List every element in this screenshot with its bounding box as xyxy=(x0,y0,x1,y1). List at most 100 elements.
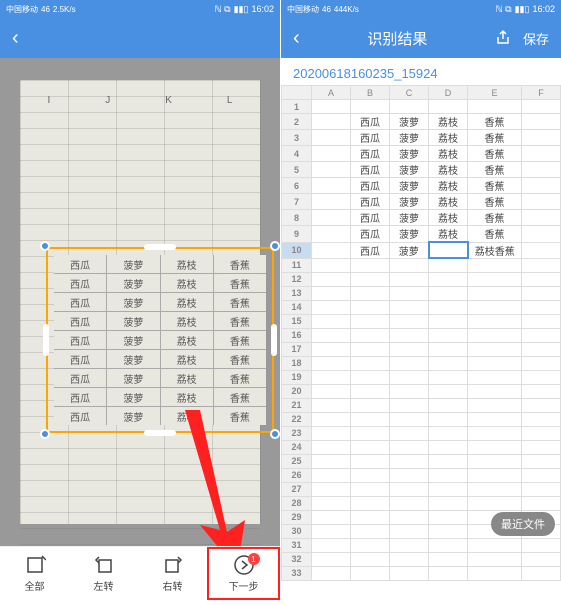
cell[interactable] xyxy=(390,300,429,314)
cell[interactable] xyxy=(312,426,351,440)
row-header[interactable]: 31 xyxy=(282,538,312,552)
cell[interactable]: 荔枝 xyxy=(429,162,468,178)
cell[interactable] xyxy=(429,482,468,496)
cell[interactable] xyxy=(521,538,560,552)
cell[interactable] xyxy=(429,342,468,356)
cell[interactable] xyxy=(312,272,351,286)
row-header[interactable]: 13 xyxy=(282,286,312,300)
column-header[interactable]: E xyxy=(468,86,522,100)
cell[interactable] xyxy=(429,272,468,286)
cell[interactable] xyxy=(312,468,351,482)
cell[interactable] xyxy=(390,356,429,370)
row-header[interactable]: 2 xyxy=(282,114,312,130)
cell[interactable] xyxy=(312,258,351,272)
cell[interactable] xyxy=(429,356,468,370)
cell[interactable] xyxy=(521,328,560,342)
cell[interactable] xyxy=(429,100,468,114)
cell[interactable] xyxy=(429,426,468,440)
cell[interactable] xyxy=(390,468,429,482)
cell[interactable] xyxy=(521,342,560,356)
cell[interactable] xyxy=(312,496,351,510)
row-header[interactable]: 11 xyxy=(282,258,312,272)
cell[interactable] xyxy=(312,454,351,468)
cell[interactable]: 香蕉 xyxy=(468,146,522,162)
cell[interactable] xyxy=(429,440,468,454)
row-header[interactable]: 21 xyxy=(282,398,312,412)
cell[interactable] xyxy=(390,328,429,342)
cell[interactable] xyxy=(521,272,560,286)
cell[interactable] xyxy=(312,114,351,130)
row-header[interactable]: 10 xyxy=(282,242,312,258)
cell[interactable]: 菠萝 xyxy=(390,130,429,146)
cell[interactable] xyxy=(521,178,560,194)
cell[interactable] xyxy=(468,552,522,566)
cell[interactable] xyxy=(521,398,560,412)
cell[interactable] xyxy=(390,538,429,552)
cell[interactable] xyxy=(312,552,351,566)
row-header[interactable]: 24 xyxy=(282,440,312,454)
cell[interactable] xyxy=(312,412,351,426)
cell[interactable] xyxy=(468,538,522,552)
cell[interactable] xyxy=(468,496,522,510)
cell[interactable] xyxy=(312,384,351,398)
row-header[interactable]: 22 xyxy=(282,412,312,426)
crop-handle-top[interactable] xyxy=(144,244,176,250)
cell[interactable] xyxy=(468,426,522,440)
cell[interactable] xyxy=(468,370,522,384)
cell[interactable] xyxy=(351,328,390,342)
cell[interactable] xyxy=(312,178,351,194)
cell[interactable] xyxy=(390,496,429,510)
cell[interactable] xyxy=(429,384,468,398)
row-header[interactable]: 3 xyxy=(282,130,312,146)
cell[interactable] xyxy=(390,524,429,538)
cell[interactable] xyxy=(521,210,560,226)
cell[interactable]: 西瓜 xyxy=(351,210,390,226)
row-header[interactable]: 23 xyxy=(282,426,312,440)
cell[interactable] xyxy=(312,130,351,146)
row-header[interactable]: 18 xyxy=(282,356,312,370)
row-header[interactable]: 33 xyxy=(282,566,312,580)
row-header[interactable]: 27 xyxy=(282,482,312,496)
cell[interactable]: 西瓜 xyxy=(351,130,390,146)
cell[interactable] xyxy=(429,454,468,468)
row-header[interactable]: 8 xyxy=(282,210,312,226)
cell[interactable]: 荔枝 xyxy=(429,194,468,210)
cell[interactable]: 西瓜 xyxy=(351,226,390,243)
cell[interactable]: 荔枝 xyxy=(429,130,468,146)
cell[interactable] xyxy=(390,566,429,580)
cell[interactable]: 菠萝 xyxy=(390,114,429,130)
cell[interactable] xyxy=(429,286,468,300)
recent-files-button[interactable]: 最近文件 xyxy=(491,512,555,536)
cell[interactable] xyxy=(390,314,429,328)
cell[interactable]: 香蕉 xyxy=(468,194,522,210)
cell[interactable] xyxy=(351,468,390,482)
cell[interactable] xyxy=(312,162,351,178)
cell[interactable] xyxy=(351,300,390,314)
cell[interactable] xyxy=(468,398,522,412)
cell[interactable]: 荔枝 xyxy=(429,114,468,130)
cell[interactable] xyxy=(351,566,390,580)
cell[interactable]: 香蕉 xyxy=(468,114,522,130)
cell[interactable] xyxy=(468,286,522,300)
cell[interactable] xyxy=(351,496,390,510)
cell[interactable] xyxy=(351,524,390,538)
cell[interactable] xyxy=(312,370,351,384)
cell[interactable] xyxy=(312,210,351,226)
cell[interactable]: 西瓜 xyxy=(351,114,390,130)
cell[interactable] xyxy=(468,328,522,342)
row-header[interactable]: 20 xyxy=(282,384,312,398)
cell[interactable]: 西瓜 xyxy=(351,242,390,258)
cell[interactable] xyxy=(312,566,351,580)
next-button[interactable]: 1 下一步 xyxy=(207,547,280,600)
cell[interactable] xyxy=(312,440,351,454)
cell[interactable] xyxy=(521,468,560,482)
row-header[interactable]: 1 xyxy=(282,100,312,114)
row-header[interactable]: 15 xyxy=(282,314,312,328)
cell[interactable] xyxy=(521,300,560,314)
save-button[interactable]: 保存 xyxy=(523,29,549,48)
cell[interactable] xyxy=(521,440,560,454)
cell[interactable]: 香蕉 xyxy=(468,226,522,243)
cell[interactable] xyxy=(390,426,429,440)
cell[interactable] xyxy=(312,226,351,243)
cell[interactable] xyxy=(429,552,468,566)
